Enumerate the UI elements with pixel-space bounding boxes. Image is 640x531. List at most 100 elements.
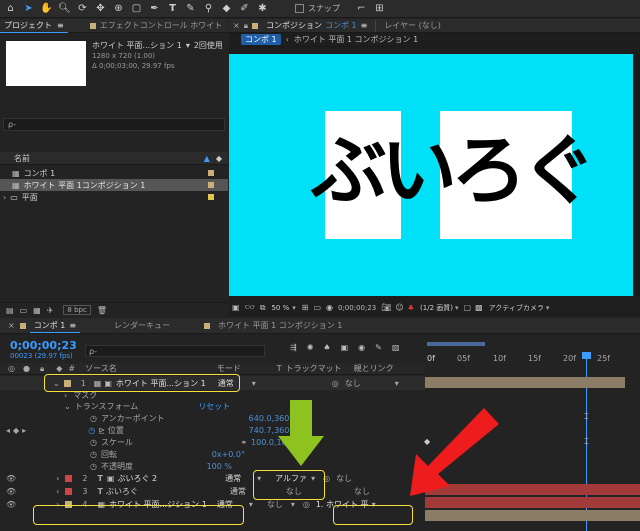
puppet-tool-icon[interactable]: ✱ bbox=[255, 1, 270, 16]
channel-icon[interactable]: ♣ bbox=[408, 304, 414, 312]
chevron-down-icon[interactable]: ▾ bbox=[291, 500, 295, 509]
stopwatch-icon[interactable]: ◷ bbox=[90, 438, 97, 447]
prop-rotation[interactable]: ◷ 回転 0x+0.0° bbox=[0, 448, 425, 460]
layer-name[interactable]: ぶいろぐ bbox=[106, 486, 138, 497]
chevron-right-icon[interactable]: › bbox=[64, 391, 67, 400]
parent-select[interactable]: なし bbox=[345, 378, 361, 389]
stopwatch-active-icon[interactable]: ◷ bbox=[88, 426, 95, 435]
prop-position[interactable]: ◂ ◆ ▸ ◷ ⊵ 位置 740.7,360.0 bbox=[0, 424, 425, 436]
grid-icon[interactable]: ⊞ bbox=[372, 1, 387, 16]
chevron-down-icon[interactable]: ▾ bbox=[292, 304, 296, 312]
graph-icon[interactable]: ⊵ bbox=[98, 426, 105, 435]
eye-icon[interactable]: 👁︎ bbox=[6, 487, 16, 496]
region-icon[interactable]: ▢ bbox=[464, 303, 472, 312]
transparency-icon[interactable]: ▩ bbox=[475, 303, 483, 312]
project-search[interactable]: ρ- bbox=[3, 118, 225, 131]
prop-scale[interactable]: ◷ スケール ⚭ 100.0,100.0% bbox=[0, 436, 425, 448]
chevron-down-icon[interactable]: ▾ bbox=[249, 500, 253, 509]
transform-row[interactable]: ⌄ トランスフォーム リセット bbox=[0, 401, 425, 412]
camera-select[interactable]: アクティブカメラ bbox=[489, 303, 544, 313]
col-name[interactable]: 名前 bbox=[14, 153, 30, 164]
always-preview-icon[interactable]: ▣ bbox=[232, 303, 240, 312]
collapse-icon[interactable]: ▣ bbox=[107, 474, 115, 483]
pan-behind-tool-icon[interactable]: ⊕ bbox=[111, 1, 126, 16]
layers-icon[interactable]: ⧉ bbox=[260, 303, 266, 313]
shy-icon[interactable]: ♠ bbox=[323, 343, 330, 352]
vr-icon[interactable]: 👓︎ bbox=[245, 303, 255, 312]
chevron-right-icon[interactable]: › bbox=[56, 487, 59, 496]
menu-icon[interactable]: ≡ bbox=[69, 321, 76, 330]
timeline-search[interactable]: ρ- bbox=[85, 345, 265, 357]
playhead-handle[interactable] bbox=[582, 352, 591, 359]
layer-bar-3[interactable] bbox=[425, 497, 640, 508]
tab-timeline-subcomp[interactable]: ホワイト 平面 1 コンポジション 1 bbox=[214, 319, 346, 333]
resolution-select[interactable]: (1/2 画質) bbox=[420, 303, 453, 313]
zoom-select[interactable]: 50 % bbox=[271, 304, 289, 312]
pen-tool-icon[interactable]: ✒ bbox=[147, 1, 162, 16]
mode-select[interactable]: 通常 bbox=[225, 473, 241, 484]
chevron-down-icon[interactable]: ▾ bbox=[395, 379, 399, 388]
new-comp-icon[interactable]: ▦ bbox=[33, 306, 41, 315]
prop-anchor[interactable]: ◷ アンカーポイント 640.0,360.0 bbox=[0, 412, 425, 424]
project-item-0[interactable]: ▦ コンポ 1 bbox=[0, 167, 228, 179]
motion-blur-icon[interactable]: ◉ bbox=[358, 343, 365, 352]
timeline-timecode[interactable]: 0;00;00;23 bbox=[10, 339, 77, 352]
tab-layer[interactable]: レイヤー (なし) bbox=[380, 19, 445, 33]
eye-icon[interactable]: 👁︎ bbox=[6, 500, 16, 509]
tab-project[interactable]: プロジェクト ≡ bbox=[0, 19, 68, 33]
reset-link[interactable]: リセット bbox=[198, 401, 230, 412]
chevron-down-icon[interactable]: ▾ bbox=[252, 379, 256, 388]
brush-tool-icon[interactable]: ✎ bbox=[183, 1, 198, 16]
rectangle-tool-icon[interactable]: ▢ bbox=[129, 1, 144, 16]
draft-3d-icon[interactable]: ✺ bbox=[307, 343, 314, 352]
lock-icon[interactable]: 🔒︎ bbox=[244, 21, 248, 31]
time-ruler[interactable]: 0f 05f 10f 15f 20f 25f bbox=[425, 339, 640, 531]
mode-select[interactable]: 通常 bbox=[230, 486, 246, 497]
selection-tool-icon[interactable]: ➤ bbox=[21, 1, 36, 16]
new-folder-icon[interactable]: ▭ bbox=[20, 306, 28, 315]
timecode-display[interactable]: 0;00;00;23 bbox=[338, 304, 376, 312]
item-dropdown-icon[interactable]: ▾ bbox=[186, 41, 190, 51]
frame-blend-icon[interactable]: ▣ bbox=[341, 343, 349, 352]
tab-effect-controls[interactable]: エフェクトコントロール ホワイト bbox=[86, 19, 227, 33]
text-tool-icon[interactable]: T bbox=[165, 1, 180, 16]
tab-timeline-comp1[interactable]: コンポ 1 ≡ bbox=[29, 319, 81, 333]
grid-icon[interactable]: ⊞ bbox=[302, 303, 309, 312]
stopwatch-icon[interactable]: ◷ bbox=[90, 450, 97, 459]
tab-render-queue[interactable]: レンダーキュー bbox=[110, 319, 174, 333]
graph-editor-icon[interactable]: ✎ bbox=[375, 343, 382, 352]
layer-name[interactable]: ぶいろぐ 2 bbox=[117, 473, 157, 484]
eye-icon[interactable]: 👁︎ bbox=[6, 474, 16, 483]
close-icon[interactable]: × bbox=[8, 321, 15, 330]
mask-icon[interactable]: ▭ bbox=[313, 303, 321, 312]
chevron-down-icon[interactable]: ⌄ bbox=[64, 402, 71, 411]
color-label-icon[interactable] bbox=[65, 475, 73, 482]
parent-select[interactable]: なし bbox=[336, 473, 352, 484]
keyframe-icon[interactable]: ⌶ bbox=[584, 437, 589, 447]
viewer-scrollbar[interactable] bbox=[633, 54, 640, 296]
add-key-icon[interactable]: ◆ bbox=[13, 426, 19, 435]
sort-icon[interactable]: ▲ bbox=[204, 154, 210, 163]
render-icon[interactable]: ✈ bbox=[47, 306, 54, 315]
interpret-footage-icon[interactable]: ▤ bbox=[6, 306, 14, 315]
tag-icon[interactable]: ◆ bbox=[216, 154, 222, 163]
layer-bar-1[interactable] bbox=[425, 377, 625, 388]
next-key-icon[interactable]: ▸ bbox=[22, 426, 26, 435]
pickwhip-icon[interactable]: ◎ bbox=[303, 500, 310, 509]
clone-stamp-tool-icon[interactable]: ⚲ bbox=[201, 1, 216, 16]
link-icon[interactable]: ⚭ bbox=[240, 438, 247, 447]
pickwhip-icon[interactable]: ◎ bbox=[332, 379, 339, 388]
orbit-tool-icon[interactable]: ⟳ bbox=[75, 1, 90, 16]
menu-icon[interactable]: ≡ bbox=[57, 21, 64, 30]
show-snapshot-icon[interactable]: ☺ bbox=[395, 303, 403, 312]
parent-select[interactable]: なし bbox=[354, 486, 370, 497]
layer-bar-4[interactable] bbox=[425, 510, 640, 521]
trackmatte-select[interactable]: なし bbox=[267, 499, 283, 510]
prop-opacity[interactable]: ◷ 不透明度 100 % bbox=[0, 460, 425, 472]
eraser-tool-icon[interactable]: ◆ bbox=[219, 1, 234, 16]
trash-icon[interactable]: 🗑︎ bbox=[97, 306, 107, 315]
chevron-down-icon[interactable]: ▾ bbox=[546, 304, 550, 312]
color-label-icon[interactable] bbox=[65, 487, 73, 495]
snap-checkbox[interactable] bbox=[295, 4, 304, 13]
project-item-2[interactable]: › ▭ 平面 bbox=[0, 191, 228, 203]
